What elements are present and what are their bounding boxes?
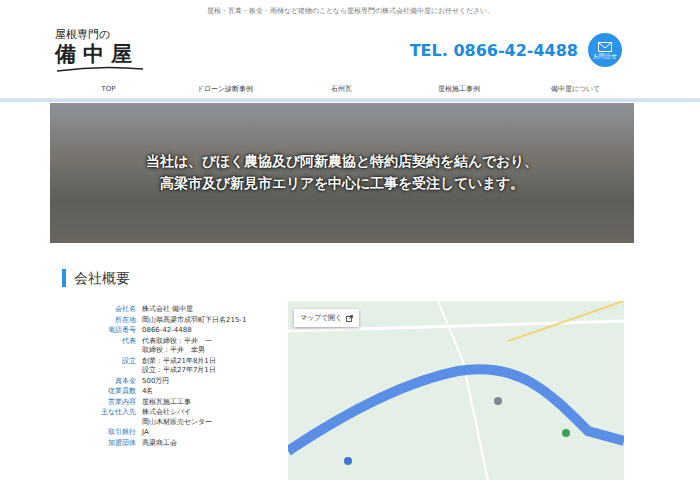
hero-text: 当社は、びほく農協及び阿新農協と特約店契約を結んでおり、 — [146, 153, 538, 171]
logo-swoosh-icon — [55, 66, 145, 72]
nav-item[interactable]: TOP — [50, 84, 167, 94]
profile-label: 加盟団体 — [92, 439, 136, 449]
profile-label: 所在地 — [92, 316, 136, 326]
profile-value: 4名 — [142, 387, 272, 397]
nav-item[interactable]: 石州瓦 — [284, 84, 401, 94]
profile-value: 創業：平成21年8月1日設立：平成27年7月1日 — [142, 357, 272, 376]
hero: 当社は、びほく農協及び阿新農協と特約店契約を結んでおり、高梁市及び新見市エリアを… — [50, 103, 634, 243]
profile-value: JA — [142, 428, 272, 438]
page: 屋根・瓦葺・板金・雨樋など建物のことなら屋根専門の株式会社備中屋にお任せください… — [0, 0, 700, 480]
profile-label: 従業員数 — [92, 387, 136, 397]
hero-text: 高梁市及び新見市エリアを中心に工事を受注しています。 — [160, 175, 524, 193]
profile-label: 取引銀行 — [92, 428, 136, 438]
section-title: 会社概要 — [62, 269, 700, 287]
profile-value: 株式会社 備中屋 — [142, 305, 272, 315]
profile-label: 会社名 — [92, 305, 136, 315]
tagline: 屋根・瓦葺・板金・雨樋など建物のことなら屋根専門の株式会社備中屋にお任せください… — [0, 0, 700, 16]
profile-label: 電話番号 — [92, 326, 136, 336]
profile-value: 代表取締役：平井 一取締役：平井 幸男 — [142, 337, 272, 356]
profile-label: 代表 — [92, 337, 136, 356]
external-link-icon — [346, 315, 353, 322]
profile-label: 資本金 — [92, 377, 136, 387]
nav-item[interactable]: ドローン診断事例 — [167, 84, 284, 94]
profile-value: 株式会社シバイ岡山木材販売センター — [142, 408, 272, 427]
mail-icon — [598, 42, 612, 52]
profile-table: 会社名株式会社 備中屋所在地岡山県高梁市成羽町下日名215-1 電話番号 0866-… — [92, 301, 272, 480]
profile-label: 主な仕入先 — [92, 408, 136, 427]
profile-value: 屋根瓦施工工事 — [142, 398, 272, 408]
map[interactable]: マップで開く — [288, 301, 624, 480]
profile-value: 500万円 — [142, 377, 272, 387]
map-drawing-icon — [288, 301, 624, 480]
header: 屋根専門の備中屋 TEL. 0866-42-4488 お問合せ — [0, 16, 700, 78]
open-map-button[interactable]: マップで開く — [294, 309, 359, 327]
profile-value: 高梁商工会 — [142, 439, 272, 449]
contact-button[interactable]: お問合せ — [588, 33, 622, 67]
logo-main: 備中屋 — [55, 42, 145, 66]
profile-value: 岡山県高梁市成羽町下日名215-1 — [142, 316, 272, 326]
profile-label: 設立 — [92, 357, 136, 376]
nav: TOPドローン診断事例石州瓦屋根施工事例備中屋について — [50, 78, 634, 98]
nav-item[interactable]: 備中屋について — [517, 84, 634, 94]
logo-sub: 屋根専門の — [55, 28, 145, 42]
logo[interactable]: 屋根専門の備中屋 — [55, 28, 145, 72]
nav-item[interactable]: 屋根施工事例 — [400, 84, 517, 94]
nav-rule — [0, 98, 700, 102]
tel[interactable]: TEL. 0866-42-4488 — [410, 41, 578, 60]
profile-label: 営業内容 — [92, 398, 136, 408]
profile-value: 0866-42-4488 — [142, 326, 272, 336]
